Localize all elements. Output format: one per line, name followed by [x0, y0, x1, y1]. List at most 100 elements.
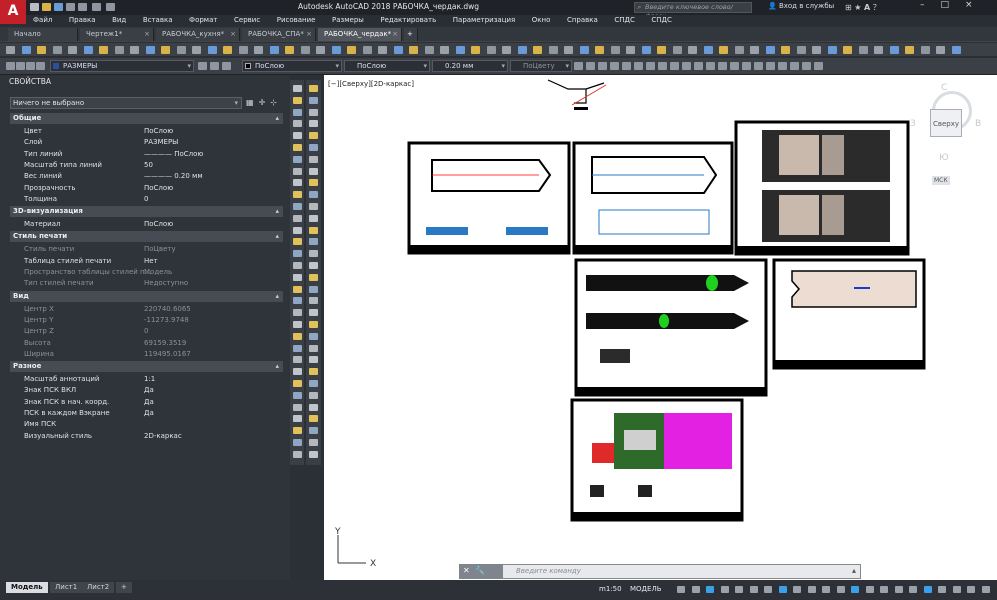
menu-tools[interactable]: Сервис [227, 15, 267, 26]
status-toggle-icon[interactable] [822, 586, 830, 593]
toolbar-icon[interactable] [718, 62, 727, 70]
draw-tool-icon[interactable] [293, 391, 302, 399]
toolbar-icon[interactable] [670, 62, 679, 70]
modify-tool-icon[interactable] [309, 450, 318, 458]
modify-tool-icon[interactable] [309, 285, 318, 293]
status-toggle-icon[interactable] [981, 586, 990, 593]
toolbar-icon[interactable] [455, 46, 465, 54]
close-icon[interactable]: × [306, 28, 312, 41]
window-controls[interactable]: –□× [920, 0, 989, 10]
toolbar-icon[interactable] [548, 46, 558, 54]
command-input[interactable]: Введите команду [516, 567, 581, 575]
status-toggle-icon[interactable] [749, 586, 758, 593]
toolbar-icon[interactable] [765, 46, 775, 54]
status-toggle-icon[interactable] [894, 586, 903, 593]
property-row[interactable]: Тип линий ———— ПоСлою [10, 149, 283, 160]
draw-tool-icon[interactable] [293, 321, 302, 328]
property-row[interactable]: Слой РАЗМЕРЫ [10, 137, 283, 148]
tab-drawing1[interactable]: Чертеж1* × [80, 28, 154, 41]
property-value[interactable]: ———— ПоСлою [144, 149, 203, 160]
modify-tool-icon[interactable] [309, 120, 318, 128]
status-toggle-icon[interactable] [967, 586, 975, 593]
draw-tool-icon[interactable] [293, 439, 302, 446]
draw-tool-icon[interactable] [293, 380, 302, 387]
toolbar-icon[interactable] [843, 46, 852, 54]
model-space-toggle[interactable]: МОДЕЛЬ [630, 585, 662, 593]
property-row[interactable]: Материал ПоСлою [10, 219, 283, 230]
property-row[interactable]: Центр X 220740.6065 [10, 304, 283, 315]
property-value[interactable]: ПоЦвету [144, 244, 176, 255]
section-header[interactable]: Разное ▴ [10, 361, 283, 373]
property-row[interactable]: Толщина 0 [10, 194, 283, 205]
toolbar-icon[interactable] [812, 46, 821, 54]
toolbar-icon[interactable] [754, 62, 763, 70]
property-value[interactable]: -11273.9748 [144, 315, 189, 326]
toolbar-icon[interactable] [672, 46, 682, 54]
draw-tool-icon[interactable] [293, 250, 302, 258]
property-row[interactable]: Знак ПСК ВКЛ Да [10, 385, 283, 396]
draw-tool-icon[interactable] [293, 155, 302, 163]
toolbar-icon[interactable] [99, 46, 108, 54]
toolbar-icon[interactable] [37, 46, 46, 54]
toolbar-icon[interactable] [424, 46, 434, 54]
property-value[interactable]: Да [144, 408, 154, 419]
toolbar-icon[interactable] [36, 62, 45, 70]
toolbar-icon[interactable] [874, 46, 883, 54]
compass-south[interactable]: Ю [939, 153, 949, 163]
toolbar-icon[interactable] [688, 46, 697, 54]
search-input[interactable]: ⌕ Введите ключевое слово/фразу [634, 2, 752, 20]
property-row[interactable]: Ширина 119495.0167 [10, 349, 283, 360]
layer-dropdown[interactable]: РАЗМЕРЫ ▾ [50, 60, 194, 72]
close-icon[interactable]: × [965, 0, 989, 10]
modify-tool-icon[interactable] [309, 321, 318, 328]
toolbar-icon[interactable] [517, 46, 527, 54]
property-row[interactable]: Прозрачность ПоСлою [10, 183, 283, 194]
viewcube-face-top[interactable]: Сверху [930, 109, 962, 137]
draw-tool-icon[interactable] [293, 368, 302, 376]
toolbar-icon[interactable] [52, 46, 62, 54]
property-value[interactable]: Модель [144, 267, 172, 278]
toolbar-icon[interactable] [734, 46, 744, 54]
toolbar-icon[interactable] [192, 46, 201, 54]
toolbar-icon[interactable] [210, 62, 219, 70]
status-toggle-icon[interactable] [691, 586, 700, 593]
toolbar-icon[interactable] [742, 62, 751, 70]
collapse-icon[interactable]: ▴ [275, 113, 279, 124]
toolbar-icon[interactable] [750, 46, 759, 54]
toolbar-icon[interactable] [703, 46, 713, 54]
menu-dimension[interactable]: Размеры [325, 15, 371, 26]
modify-tool-icon[interactable] [309, 155, 318, 163]
toolbar-icon[interactable] [905, 46, 914, 54]
tab-spa[interactable]: РАБОЧКА_СПА* × [242, 28, 316, 41]
property-value[interactable]: РАЗМЕРЫ [144, 137, 178, 148]
toolbar-icon[interactable] [858, 46, 868, 54]
menu-parametric[interactable]: Параметризация [446, 15, 522, 26]
section-header[interactable]: Общие ▴ [10, 113, 283, 124]
tab-start[interactable]: Начало [8, 28, 78, 41]
property-row[interactable]: ПСК в каждом Вэкране Да [10, 408, 283, 419]
status-toggle-icon[interactable] [793, 586, 801, 593]
property-row[interactable]: Центр Y -11273.9748 [10, 315, 283, 326]
collapse-icon[interactable]: ▴ [275, 361, 279, 372]
toolbar-icon[interactable] [362, 46, 372, 54]
property-row[interactable]: Высота 69159.3519 [10, 338, 283, 349]
menu-window[interactable]: Окно [525, 15, 558, 26]
property-value[interactable]: 0 [144, 194, 148, 205]
toolbar-icon[interactable] [790, 62, 799, 70]
draw-tool-icon[interactable] [293, 179, 302, 187]
palette-quick-buttons[interactable]: ▦✛⊹ [246, 98, 282, 107]
status-toggle-icon[interactable] [764, 586, 772, 593]
toolbar-icon[interactable] [634, 62, 643, 70]
section-header[interactable]: Стиль печати ▴ [10, 231, 283, 243]
toolbar-icon[interactable] [646, 62, 655, 70]
toolbar-icon[interactable] [622, 62, 631, 70]
toolbar-icon[interactable] [802, 62, 811, 70]
status-toggle-icon[interactable] [735, 586, 743, 593]
toolbar-icon[interactable] [114, 46, 124, 54]
status-toggle-icon[interactable] [952, 586, 961, 593]
toolbar-icon[interactable] [730, 62, 739, 70]
modify-tool-icon[interactable] [309, 262, 318, 269]
draw-tool-icon[interactable] [293, 191, 302, 199]
toolbar-icon[interactable] [130, 46, 139, 54]
draw-tool-icon[interactable] [293, 214, 302, 222]
